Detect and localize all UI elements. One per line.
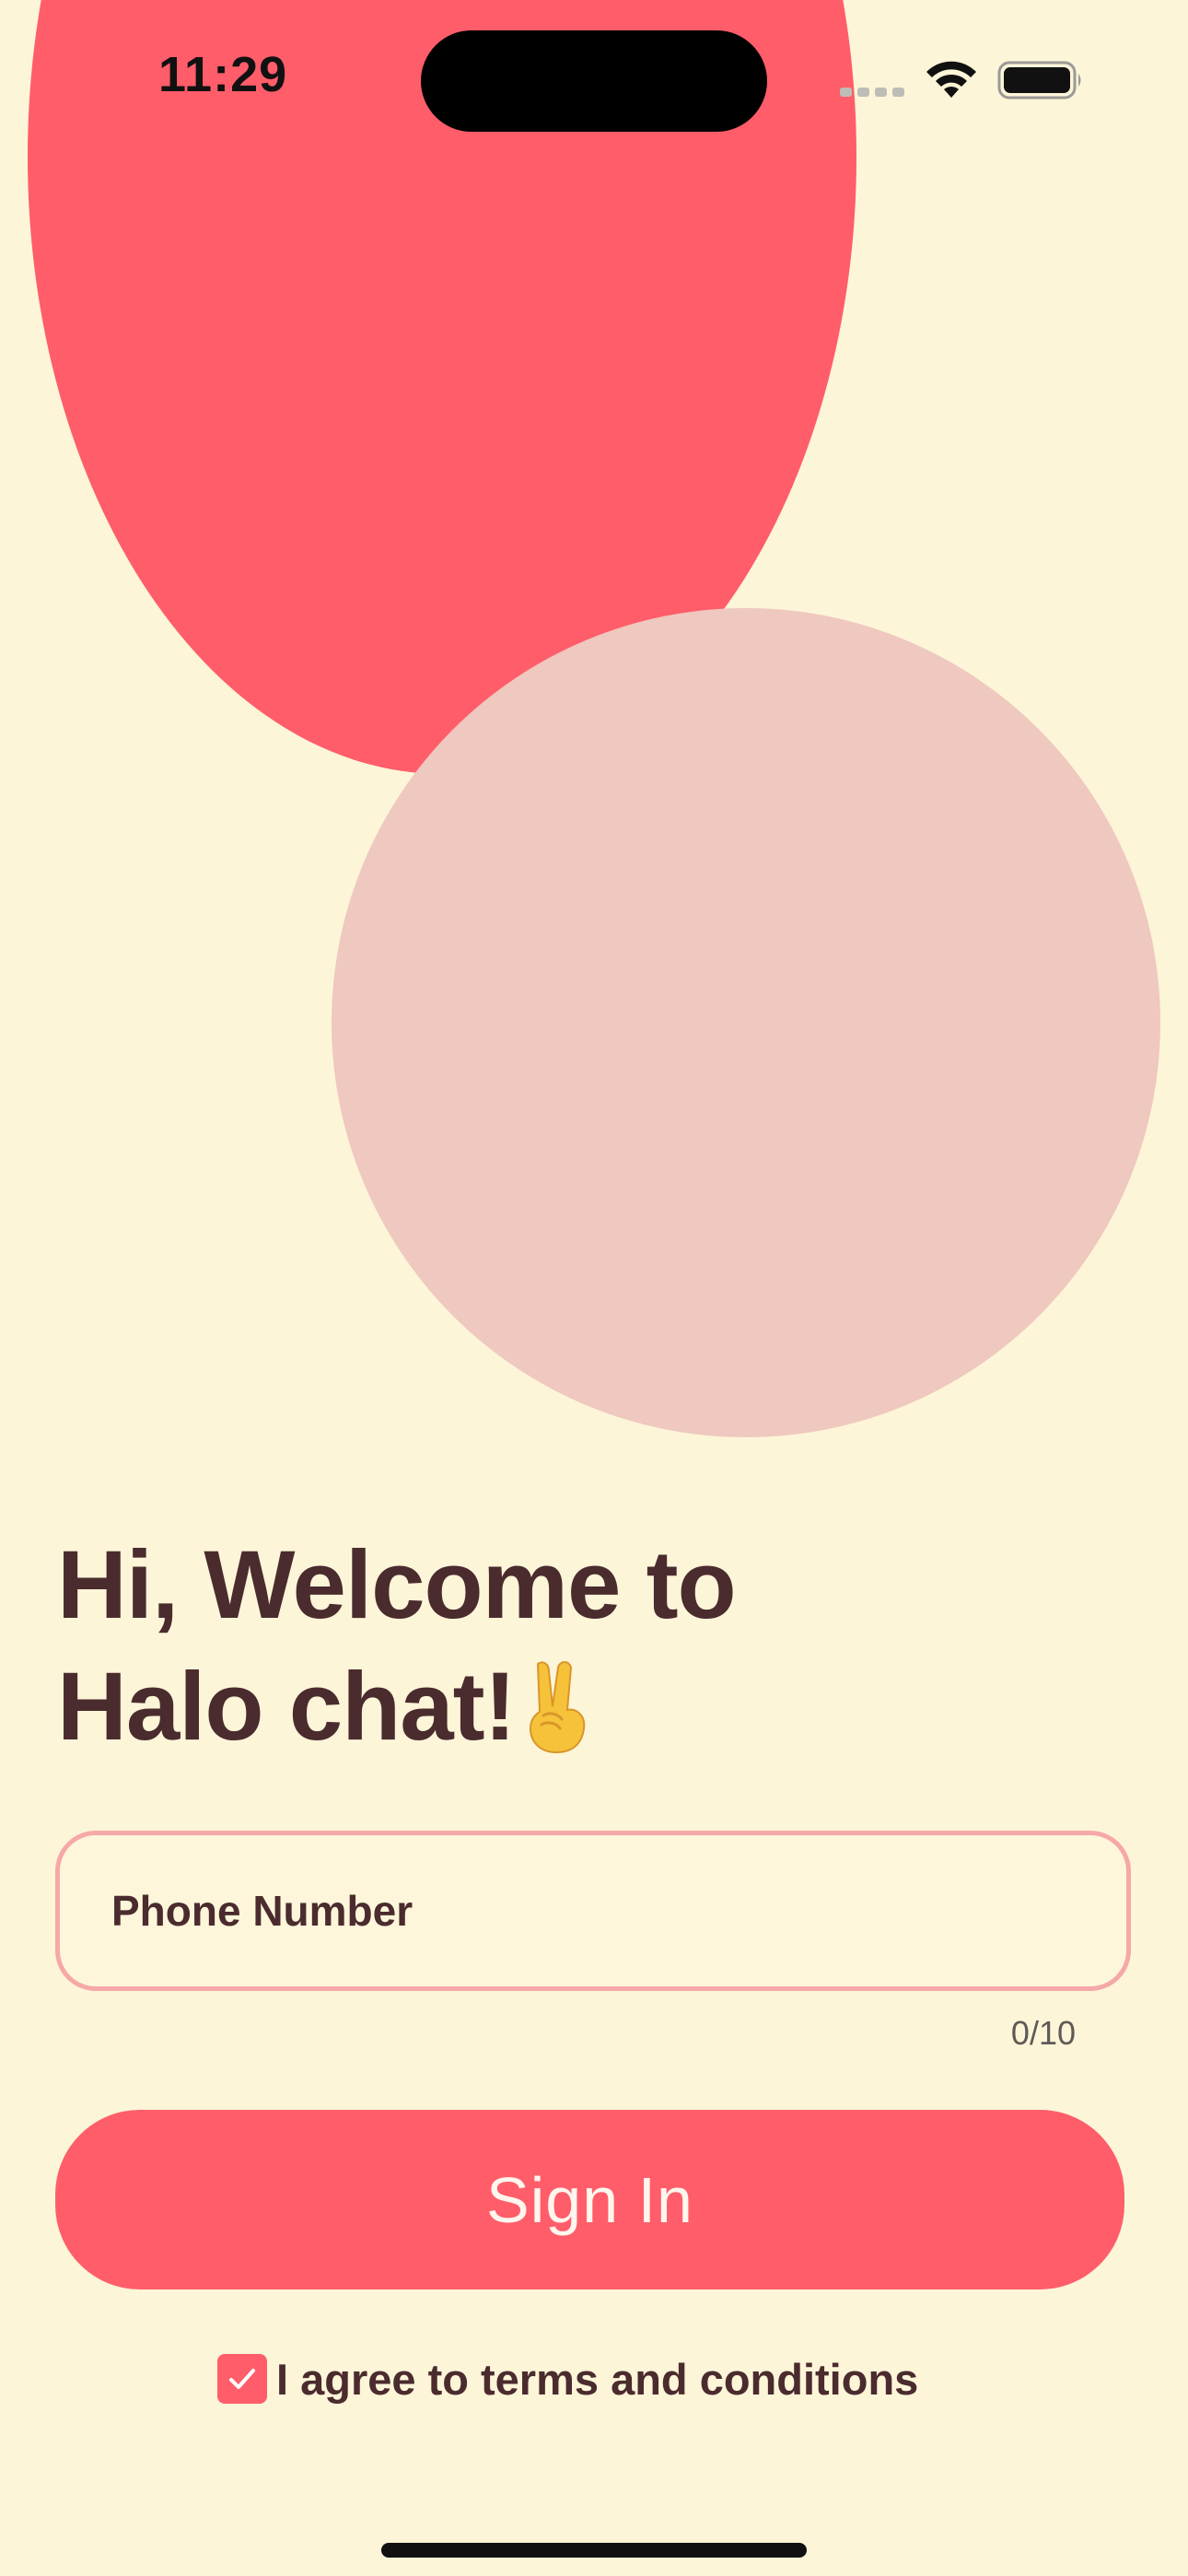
welcome-line-2-row: Halo chat! <box>57 1646 1070 1768</box>
victory-hand-emoji-icon <box>529 1661 585 1754</box>
welcome-line-2: Halo chat! <box>57 1653 517 1761</box>
cellular-signal-icon <box>840 88 904 100</box>
welcome-heading: Hi, Welcome to Halo chat! <box>57 1525 1070 1768</box>
status-time: 11:29 <box>158 47 288 102</box>
dynamic-island <box>421 30 767 132</box>
decorative-pink-circle <box>332 608 1160 1437</box>
wifi-icon <box>926 61 976 98</box>
checkmark-icon <box>229 2369 255 2389</box>
status-bar: 11:29 <box>0 0 1188 157</box>
sign-in-button[interactable]: Sign In <box>55 2110 1124 2289</box>
welcome-line-1: Hi, Welcome to <box>57 1531 737 1639</box>
terms-agreement-row: I agree to terms and conditions <box>217 2351 918 2406</box>
login-screen: 11:29 Hi, Welcome to Halo chat! 0/10 Sig… <box>0 0 1188 2576</box>
terms-checkbox[interactable] <box>217 2354 267 2404</box>
battery-icon <box>997 61 1081 100</box>
phone-number-input[interactable] <box>60 1835 1126 1986</box>
home-indicator <box>381 2543 807 2558</box>
phone-character-counter: 0/10 <box>1010 2014 1076 2052</box>
phone-number-field[interactable] <box>55 1831 1131 1991</box>
terms-label[interactable]: I agree to terms and conditions <box>276 2354 918 2405</box>
